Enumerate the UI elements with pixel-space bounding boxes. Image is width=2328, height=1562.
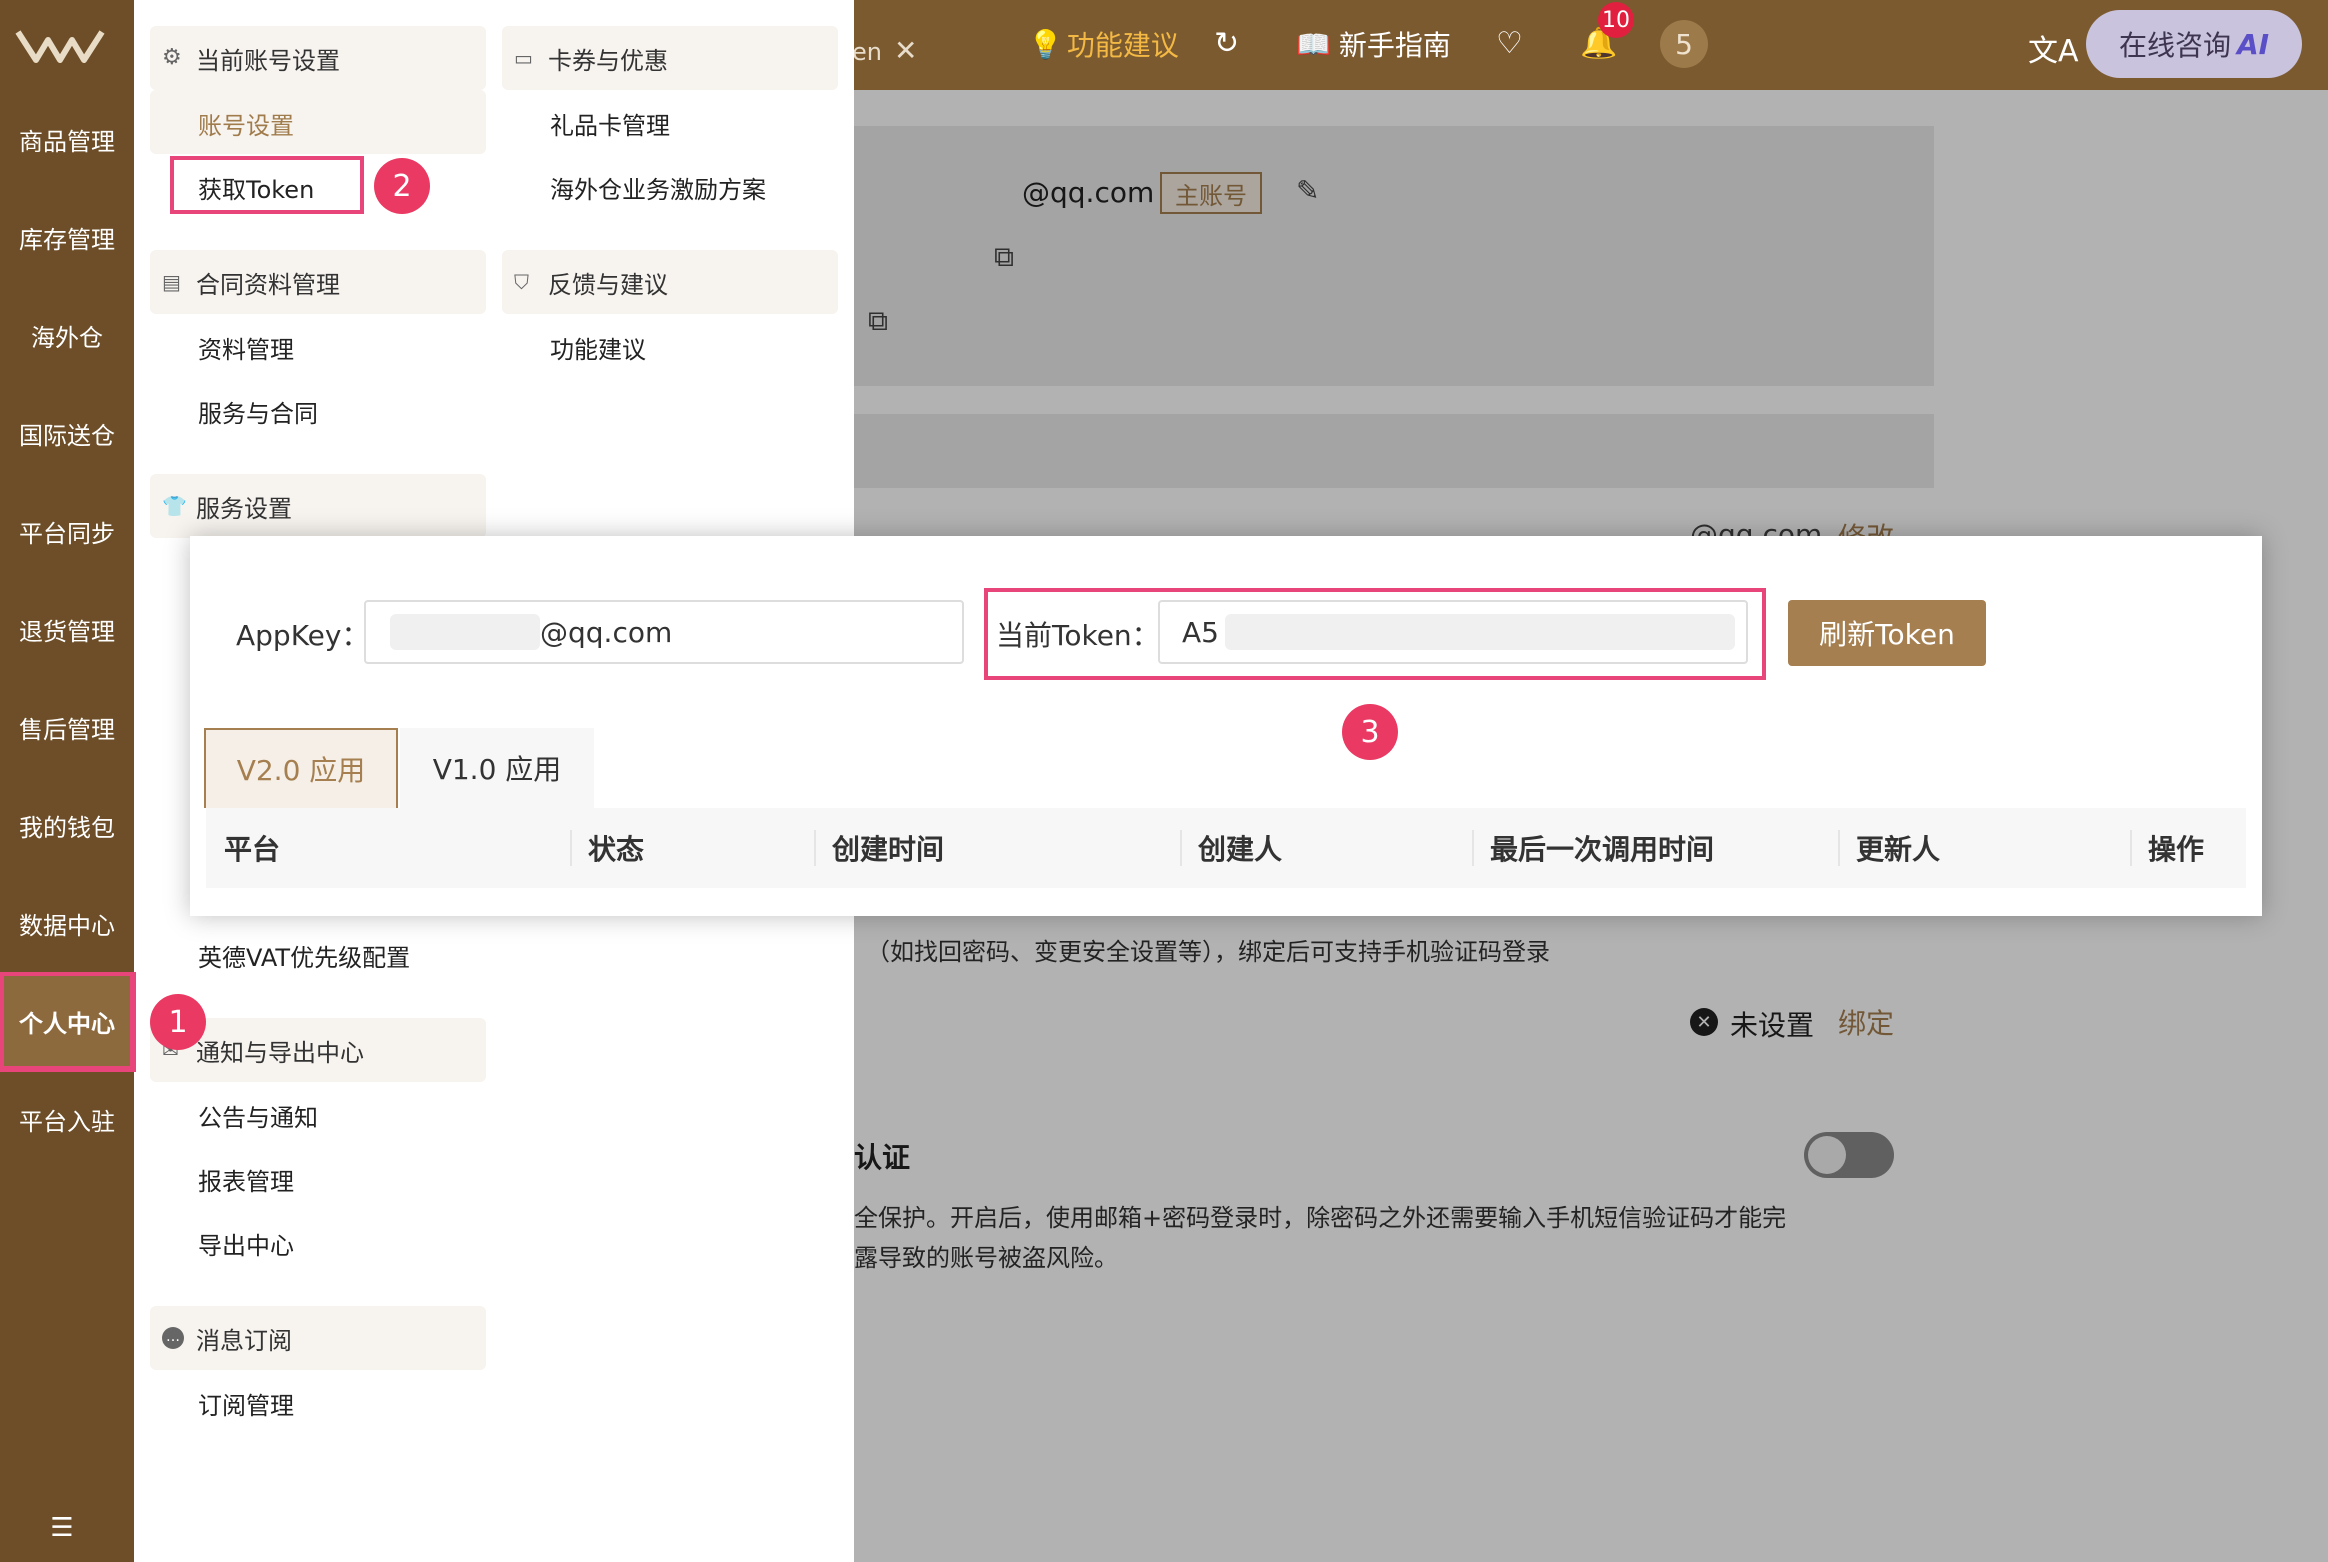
- group-notify-label: 通知与导出中心: [196, 1038, 364, 1067]
- menu-account-settings[interactable]: 账号设置: [198, 106, 294, 141]
- book-icon: 📖: [1296, 27, 1331, 61]
- feedback-icon: ⛉: [514, 270, 529, 294]
- token-label: 当前Token：: [996, 619, 1160, 652]
- ai-label: AI: [2236, 27, 2270, 61]
- guide-label: 新手指南: [1338, 29, 1451, 62]
- avatar[interactable]: 5: [1660, 20, 1708, 68]
- token-value: A5: [1182, 615, 1219, 649]
- col-separator: [814, 830, 816, 866]
- nav-after-sales[interactable]: 售后管理: [0, 678, 134, 776]
- token-panel: AppKey： @qq.com 当前Token： A5 刷新Token 3 V2…: [190, 536, 2262, 916]
- redacted-mask: [390, 614, 540, 650]
- highlight-get-token: [170, 156, 364, 214]
- nav-data-center[interactable]: 数据中心: [0, 874, 134, 972]
- col-separator: [2130, 830, 2132, 866]
- chat-icon: …: [162, 1327, 184, 1349]
- menu-overseas-incentive[interactable]: 海外仓业务激励方案: [550, 170, 766, 205]
- appkey-label: AppKey：: [236, 619, 370, 652]
- menu-export-center[interactable]: 导出中心: [198, 1226, 294, 1261]
- redacted-mask-token: [1224, 614, 1735, 650]
- collapse-menu-icon[interactable]: ☰: [48, 1515, 76, 1541]
- group-message-subscription: … 消息订阅: [150, 1306, 486, 1370]
- appkey-input[interactable]: @qq.com: [364, 600, 964, 664]
- shirt-icon: 👕: [162, 494, 187, 518]
- step-badge-3: 3: [1342, 704, 1398, 760]
- nav-wallet[interactable]: 我的钱包: [0, 776, 134, 874]
- menu-service-contract[interactable]: 服务与合同: [198, 394, 318, 429]
- group-message-label: 消息订阅: [196, 1326, 292, 1355]
- nav-platform-sync[interactable]: 平台同步: [0, 482, 134, 580]
- consult-button[interactable]: 在线咨询 AI: [2086, 10, 2302, 78]
- refresh-icon[interactable]: ↻: [1214, 26, 1239, 61]
- table-header: 平台 状态 创建时间 创建人 最后一次调用时间 更新人 操作: [206, 808, 2246, 888]
- col-creator: 创建人: [1198, 833, 1283, 866]
- step-badge-2: 2: [374, 158, 430, 214]
- col-separator: [1472, 830, 1474, 866]
- tab-v1[interactable]: V1.0 应用: [400, 728, 594, 808]
- nav-platform-join[interactable]: 平台入驻: [0, 1070, 134, 1168]
- nav-returns[interactable]: 退货管理: [0, 580, 134, 678]
- step-badge-1: 1: [150, 994, 206, 1050]
- suggest-label: 功能建议: [1066, 29, 1179, 62]
- nav-inventory[interactable]: 库存管理: [0, 188, 134, 286]
- menu-subscription-management[interactable]: 订阅管理: [198, 1386, 294, 1421]
- menu-data-management[interactable]: 资料管理: [198, 330, 294, 365]
- group-coupons: ▭ 卡券与优惠: [502, 26, 838, 90]
- nav-overseas-warehouse[interactable]: 海外仓: [0, 286, 134, 384]
- group-contract-label: 合同资料管理: [196, 270, 340, 299]
- card-icon: ▭: [514, 46, 533, 70]
- appkey-value: @qq.com: [540, 615, 673, 649]
- tab-v2[interactable]: V2.0 应用: [204, 728, 398, 808]
- menu-vat-config[interactable]: 英德VAT优先级配置: [198, 938, 410, 973]
- brand-logo: [15, 30, 105, 63]
- col-created-time: 创建时间: [832, 833, 945, 866]
- menu-giftcard[interactable]: 礼品卡管理: [550, 106, 670, 141]
- group-coupons-label: 卡券与优惠: [548, 46, 668, 75]
- highlight-personal-center: [0, 972, 136, 1072]
- support-icon[interactable]: ♡: [1496, 26, 1523, 61]
- lightbulb-icon: 💡: [1028, 27, 1063, 61]
- nav-product[interactable]: 商品管理: [0, 90, 134, 188]
- main-sidebar: 商品管理 库存管理 海外仓 国际送仓 平台同步 退货管理 售后管理 我的钱包 数…: [0, 0, 134, 1562]
- translate-icon[interactable]: 文A: [2028, 26, 2079, 70]
- col-separator: [1838, 830, 1840, 866]
- group-feedback-label: 反馈与建议: [548, 270, 668, 299]
- group-contract: ▤ 合同资料管理: [150, 250, 486, 314]
- col-platform: 平台: [224, 833, 281, 866]
- consult-label: 在线咨询: [2118, 29, 2231, 62]
- group-feedback: ⛉ 反馈与建议: [502, 250, 838, 314]
- group-account-label: 当前账号设置: [196, 46, 340, 75]
- refresh-token-button[interactable]: 刷新Token: [1788, 600, 1986, 666]
- group-account-settings: ⚙ 当前账号设置: [150, 26, 486, 90]
- gear-icon: ⚙: [162, 45, 182, 70]
- group-service-settings: 👕 服务设置: [150, 474, 486, 538]
- col-last-call-time: 最后一次调用时间: [1490, 833, 1715, 866]
- document-icon: ▤: [162, 270, 181, 294]
- col-updater: 更新人: [1856, 833, 1941, 866]
- token-input[interactable]: A5: [1158, 600, 1748, 664]
- group-service-label: 服务设置: [196, 494, 292, 523]
- suggest-button[interactable]: 💡 功能建议: [1028, 24, 1179, 64]
- notification-badge: 10: [1598, 2, 1634, 38]
- close-tab-icon[interactable]: ✕: [894, 34, 917, 67]
- col-separator: [570, 830, 572, 866]
- menu-feature-suggestion[interactable]: 功能建议: [550, 330, 646, 365]
- col-separator: [1180, 830, 1182, 866]
- menu-report-management[interactable]: 报表管理: [198, 1162, 294, 1197]
- col-status: 状态: [588, 833, 645, 866]
- tab-fragment[interactable]: en: [852, 38, 882, 66]
- col-actions: 操作: [2148, 833, 2205, 866]
- guide-button[interactable]: 📖 新手指南: [1296, 24, 1451, 64]
- menu-announcements[interactable]: 公告与通知: [198, 1098, 318, 1133]
- nav-intl-delivery[interactable]: 国际送仓: [0, 384, 134, 482]
